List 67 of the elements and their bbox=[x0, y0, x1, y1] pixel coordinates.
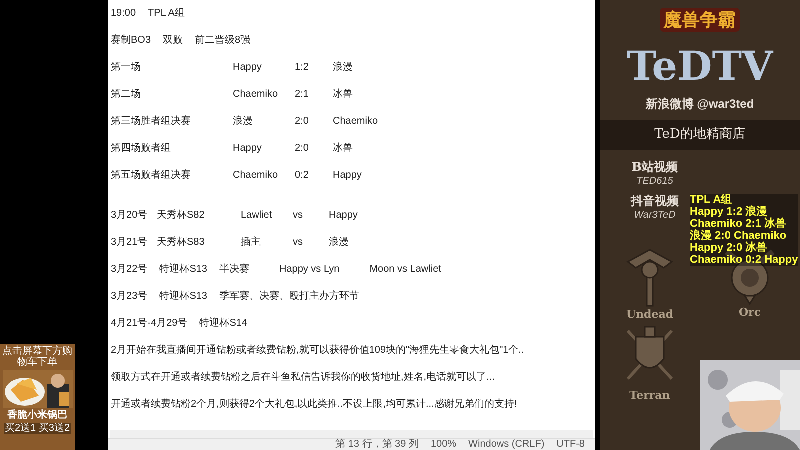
status-text: 100% bbox=[430, 438, 457, 450]
text-line: 特迎杯S13 bbox=[160, 290, 208, 304]
text-cell-text: 第三场胜者组决赛 bbox=[111, 115, 192, 129]
text-cell-text: 第二场 bbox=[111, 88, 142, 102]
text-cell-text: 天秀杯S83 bbox=[157, 236, 206, 250]
text-cell-text: 插主 bbox=[241, 236, 262, 250]
text-cell-text: 2:0 bbox=[295, 142, 310, 156]
status-text: UTF-8 bbox=[556, 438, 585, 450]
text-line: 季军赛、决赛、殴打主办方环节 bbox=[219, 290, 360, 304]
text-cell-text: 0:2 bbox=[295, 169, 310, 183]
text-line: TPL A组 bbox=[148, 7, 185, 21]
video-label: B站视频 bbox=[632, 160, 678, 175]
text-line: 4月21号-4月29号 bbox=[111, 317, 188, 331]
text-cell-text: 天秀杯S82 bbox=[157, 209, 206, 223]
text-line: 双败 bbox=[163, 34, 184, 48]
text-cell-text: 第五场败者组决赛 bbox=[111, 169, 192, 183]
text-line: 19:00 bbox=[111, 7, 136, 21]
text-cell-text: Happy bbox=[329, 209, 359, 223]
text-cell-text: 1:2 bbox=[295, 61, 310, 75]
text-cell-text: 第一场 bbox=[111, 61, 142, 75]
text-cell-text: Happy bbox=[233, 61, 263, 75]
video-handle: TED615 bbox=[636, 175, 674, 188]
text-cell-text: 浪漫 bbox=[329, 236, 350, 250]
text-line: 3月23号 bbox=[111, 290, 148, 304]
race-label: Terran bbox=[630, 389, 670, 402]
status-text: 第 13 行，第 39 列 bbox=[336, 438, 419, 450]
text-cell-text: Lawliet bbox=[241, 209, 274, 223]
video-label: 抖音视频 bbox=[631, 194, 679, 209]
text-cell-text: Happy bbox=[333, 169, 363, 183]
text-cell-text: vs bbox=[293, 209, 304, 223]
text-line: 赛制BO3 bbox=[111, 34, 152, 48]
video-handle: War3TeD bbox=[634, 209, 676, 222]
text-line: 开通或者续费钻粉2个月,则获得2个大礼包,以此类推..不设上限,均可累计...感谢兄弟们的支持! bbox=[111, 398, 518, 412]
status-text: Windows (CRLF) bbox=[468, 438, 545, 450]
text-cell-text: 3月20号 bbox=[111, 209, 149, 223]
text-cell-text: Chaemiko bbox=[333, 115, 380, 129]
text-cell-text: 2:0 bbox=[295, 115, 310, 129]
text-cell-text: Chaemiko bbox=[233, 88, 280, 102]
game-logo: 魔兽争霸 bbox=[660, 8, 740, 32]
text-cell-text: 2:1 bbox=[295, 88, 310, 102]
text-line: 特迎杯S13 bbox=[160, 263, 208, 277]
text-cell-text: vs bbox=[293, 236, 304, 250]
text-cell-text: Happy bbox=[233, 142, 263, 156]
text-line: 2月开始在我直播间开通钻粉或者续费钻粉,就可以获得价值109块的"海狸先生零食大礼包"1个.. bbox=[111, 344, 524, 358]
offer-tag: 买2送1 买3送2 bbox=[4, 423, 72, 434]
text-line: 半决赛 bbox=[219, 263, 250, 277]
text-cell-text: 第四场败者组 bbox=[111, 142, 172, 156]
shop-title: TeD的地精商店 bbox=[654, 126, 746, 144]
race-label: Orc bbox=[738, 306, 762, 319]
ad-caption: 点击屏幕下方购物车下单 bbox=[2, 346, 73, 368]
text-line: 领取方式在开通或者续费钻粉之后在斗鱼私信告诉我你的收货地址,姓名,电话就可以了... bbox=[111, 371, 495, 385]
ad-title: 香脆小米锅巴 bbox=[8, 410, 68, 421]
text-cell-text: 冰兽 bbox=[333, 88, 354, 102]
text-line: Moon vs Lawliet bbox=[370, 263, 442, 277]
text-cell-text: 冰兽 bbox=[333, 142, 354, 156]
text-cell-text: 浪漫 bbox=[333, 61, 354, 75]
text-cell-text: Chaemiko bbox=[233, 169, 280, 183]
text-line: 特迎杯S14 bbox=[200, 317, 248, 331]
race-label: Undead bbox=[626, 308, 674, 321]
text-line: Happy vs Lyn bbox=[279, 263, 340, 277]
weibo-handle: 新浪微博 @war3ted bbox=[646, 96, 754, 112]
text-line: 前二晋级8强 bbox=[195, 34, 251, 48]
text-cell-text: 3月21号 bbox=[111, 236, 149, 250]
text-line: 3月22号 bbox=[111, 263, 148, 277]
text-cell-text: 浪漫 bbox=[233, 115, 254, 129]
brand-logo: TeDTV bbox=[626, 42, 775, 92]
horizontal-scrollbar[interactable] bbox=[110, 430, 593, 438]
